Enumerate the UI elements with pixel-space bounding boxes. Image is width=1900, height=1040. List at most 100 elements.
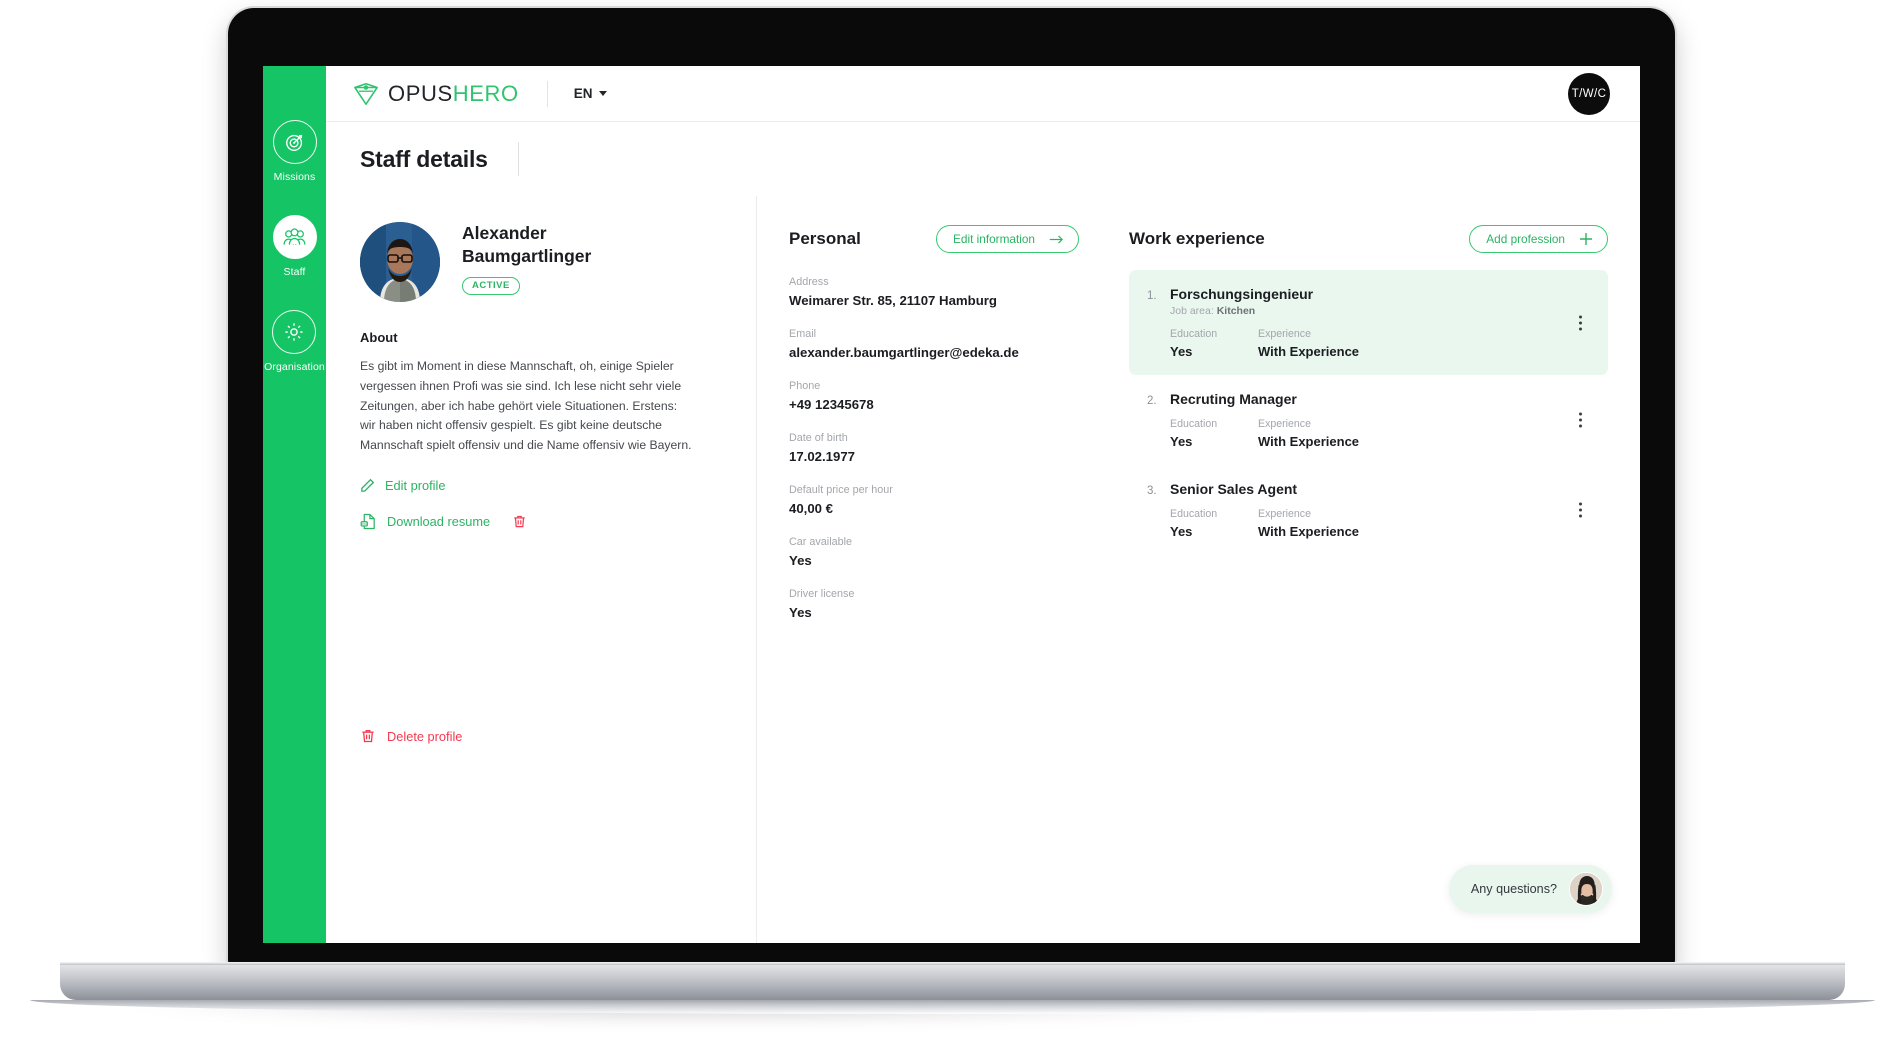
field-label: Email [789,328,816,340]
top-bar: OPUSHERO EN T/W/C [326,66,1640,122]
chat-widget[interactable]: Any questions? [1448,865,1612,913]
laptop-base [60,962,1845,1000]
education-label: Education [1170,418,1218,430]
people-icon [272,215,317,259]
delete-profile-link[interactable]: Delete profile [360,728,462,744]
field-label: Address [789,276,829,288]
job-heading: 2. Recruting Manager [1147,391,1568,407]
personal-panel: Personal Edit information Address Weimar… [757,196,1097,943]
personal-panel-header: Personal Edit information [789,222,1079,256]
profile-panel: Alexander Baumgartlinger ACTIVE About Es… [326,196,756,943]
job-experience: Experience With Experience [1258,328,1359,359]
edit-information-button[interactable]: Edit information [936,225,1079,253]
details-panels: Personal Edit information Address Weimar… [756,196,1640,943]
sidebar-item-label: Organisation [264,361,325,373]
language-label: EN [573,86,593,101]
download-resume-row[interactable]: PDF Download resume [360,513,722,530]
job-item[interactable]: 3. Senior Sales Agent Education Yes Expe… [1129,465,1608,555]
work-experience-title: Work experience [1129,229,1265,248]
profile-name: Alexander Baumgartlinger [462,223,592,267]
page-header: Staff details [326,122,1640,196]
field-label: Phone [789,380,821,392]
status-badge: ACTIVE [462,277,520,295]
field-default-price-per-hour: Default price per hour 40,00 € [789,484,1079,516]
field-label: Default price per hour [789,484,893,496]
gear-icon [272,310,317,354]
avatar-initials: T/W/C [1571,87,1607,100]
work-experience-list: 1. Forschungsingenieur Job area: Kitchen… [1129,270,1608,555]
education-label: Education [1170,508,1218,520]
add-profession-button[interactable]: Add profession [1469,225,1608,253]
field-value: 17.02.1977 [789,449,856,464]
avatar[interactable]: T/W/C [1568,72,1610,115]
about-heading: About [360,330,398,345]
experience-label: Experience [1258,508,1311,520]
logo-text-hero: HERO [452,80,519,106]
sidebar-item-organisation[interactable]: Organisation [264,310,325,373]
job-item[interactable]: 1. Forschungsingenieur Job area: Kitchen… [1129,270,1608,375]
diamond-shield-icon [354,82,378,105]
experience-value: With Experience [1258,524,1360,539]
job-area-value: Kitchen [1216,305,1256,317]
field-driver-license: Driver license Yes [789,588,1079,620]
edit-profile-label: Edit profile [385,477,446,493]
education-value: Yes [1170,524,1193,539]
topbar-divider [546,80,548,107]
job-title: Recruting Manager [1170,391,1297,407]
job-menu-button[interactable] [1575,311,1586,334]
job-attributes: Education Yes Experience With Experience [1170,328,1568,359]
education-value: Yes [1170,434,1193,449]
download-resume-label: Download resume [387,513,491,529]
chat-agent-avatar [1569,872,1603,906]
field-phone: Phone +49 12345678 [789,380,1079,412]
job-education: Education Yes [1170,328,1258,359]
chevron-down-icon [599,91,608,96]
arrow-right-icon [1049,235,1063,243]
education-value: Yes [1170,344,1193,359]
field-value: Yes [789,605,812,620]
experience-label: Experience [1258,328,1311,340]
pencil-icon [361,478,375,492]
logo-text-opus: OPUS [388,80,453,106]
job-menu-button[interactable] [1575,409,1586,432]
job-area: Job area: Kitchen [1170,305,1568,317]
delete-resume-button[interactable] [512,514,527,529]
page-header-divider [517,142,519,176]
job-item[interactable]: 2. Recruting Manager Education Yes Exper… [1129,375,1608,465]
svg-text:PDF: PDF [362,522,368,526]
job-index: 2. [1147,395,1157,407]
screenshot-stage: Missions Staff Organisation OPUSHERO EN … [0,0,1900,1040]
job-area-prefix: Job area: [1170,305,1214,317]
sidebar-item-staff[interactable]: Staff [272,215,317,278]
page-body: Alexander Baumgartlinger ACTIVE About Es… [326,196,1640,943]
experience-value: With Experience [1258,434,1360,449]
about-text: Es gibt im Moment in diese Mannschaft, o… [360,359,692,453]
field-date-of-birth: Date of birth 17.02.1977 [789,432,1079,464]
sidebar-item-missions[interactable]: Missions [272,120,317,183]
experience-label: Experience [1258,418,1311,430]
job-menu-button[interactable] [1575,499,1586,522]
profile-photo [360,222,440,302]
trash-icon [362,729,374,743]
pdf-file-icon: PDF [360,513,375,529]
work-panel-header: Work experience Add profession [1129,222,1608,256]
job-experience: Experience With Experience [1258,418,1359,449]
language-selector[interactable]: EN [574,86,608,101]
chat-prompt-text: Any questions? [1470,882,1557,896]
sidebar-item-label: Missions [273,171,316,183]
field-value: alexander.baumgartlinger@edeka.de [789,345,1019,360]
field-label: Date of birth [789,432,848,444]
field-value: 40,00 € [789,501,833,516]
job-heading: 1. Forschungsingenieur [1147,286,1568,302]
job-title: Forschungsingenieur [1170,286,1314,302]
target-icon [272,120,317,164]
app-logo[interactable]: OPUSHERO [352,81,519,107]
job-heading: 3. Senior Sales Agent [1147,481,1568,497]
edit-profile-link[interactable]: Edit profile [360,478,722,493]
add-profession-label: Add profession [1486,232,1565,246]
page-title: Staff details [360,145,488,172]
job-education: Education Yes [1170,508,1258,539]
field-label: Car available [789,536,853,548]
work-experience-panel: Work experience Add profession 1. Forsch… [1097,196,1640,943]
job-attributes: Education Yes Experience With Experience [1170,508,1568,539]
